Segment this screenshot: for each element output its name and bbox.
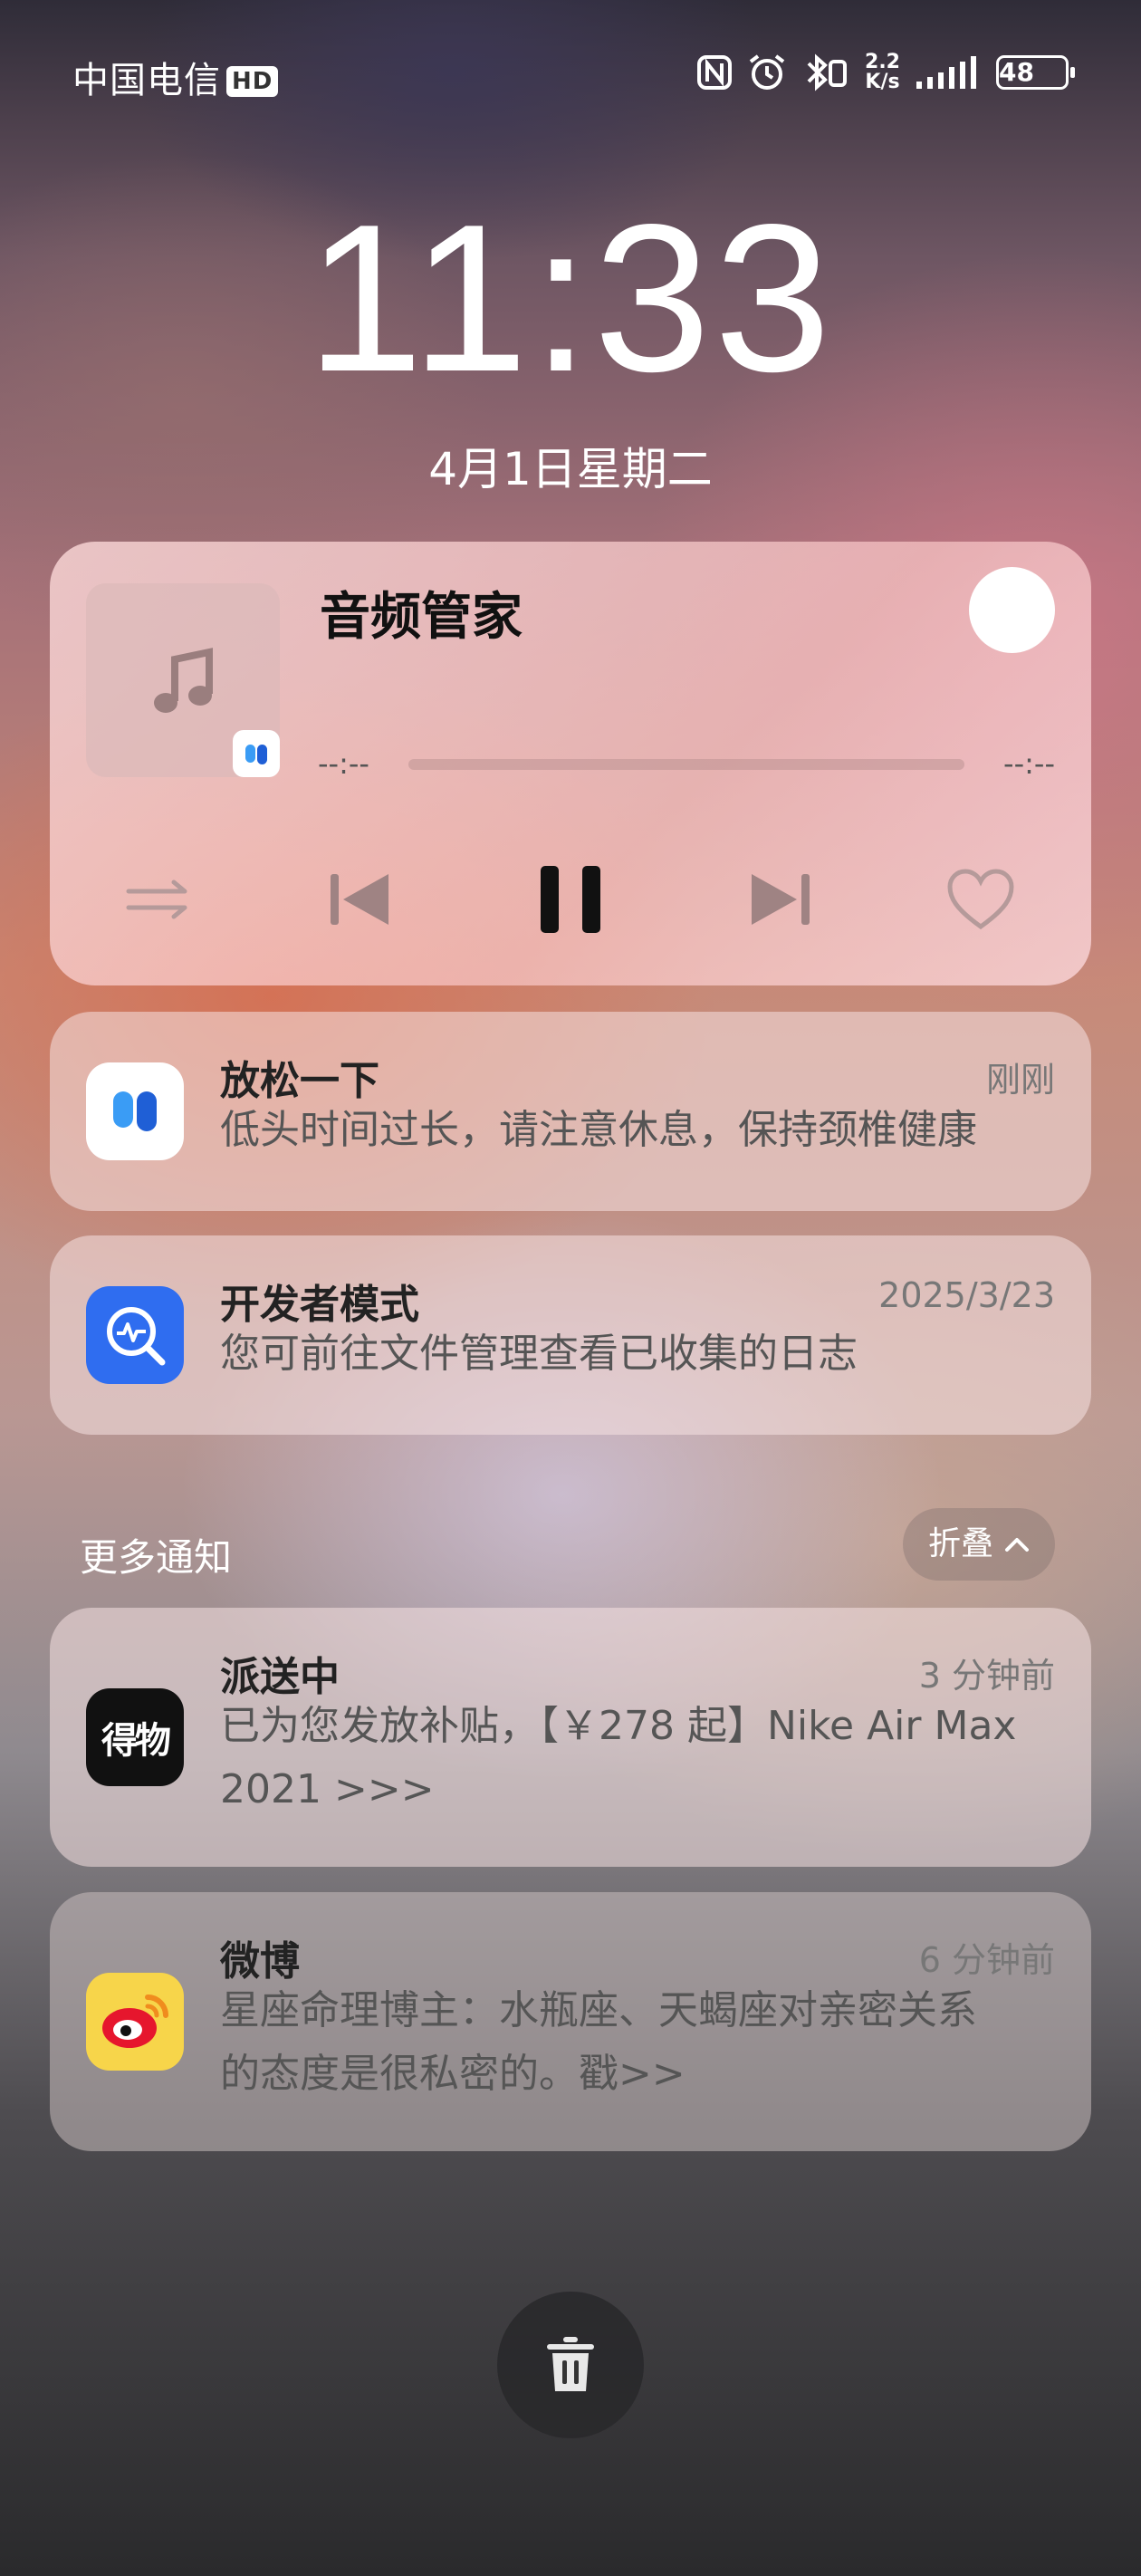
notification-body: 星座命理博主：水瓶座、天蝎座对亲密关系 的态度是很私密的。戳>> xyxy=(220,1979,1046,2106)
nfc-icon xyxy=(696,54,733,91)
weibo-icon xyxy=(86,1973,184,2071)
carrier-label: 中国电信 HD xyxy=(72,51,279,103)
media-title: 音频管家 xyxy=(320,588,523,647)
signal-icon xyxy=(915,54,982,91)
developer-mode-icon xyxy=(86,1286,184,1384)
notification-title: 微博 xyxy=(220,1938,300,1985)
fold-button[interactable]: 折叠 xyxy=(902,1508,1055,1581)
previous-button[interactable] xyxy=(310,850,409,949)
trash-icon xyxy=(547,2337,594,2391)
notification-body-line: 已为您发放补贴，【￥278 起】Nike Air Max xyxy=(220,1703,1017,1749)
shuffle-icon xyxy=(126,879,187,919)
current-time: --:-- xyxy=(318,746,369,781)
net-speed-unit: K/s xyxy=(865,71,900,93)
notification-title: 开发者模式 xyxy=(220,1282,419,1328)
music-note-icon xyxy=(154,648,213,713)
favorite-button[interactable] xyxy=(931,850,1031,949)
audio-manager-icon xyxy=(86,1062,184,1160)
media-cast-button[interactable] xyxy=(969,567,1055,653)
total-time: --:-- xyxy=(1003,746,1055,781)
next-button[interactable] xyxy=(731,850,830,949)
previous-icon xyxy=(331,874,388,925)
notification-body: 您可前往文件管理查看已收集的日志 xyxy=(220,1331,858,1377)
notification-title: 放松一下 xyxy=(220,1058,379,1104)
notification-card-developer[interactable]: 开发者模式 2025/3/23 您可前往文件管理查看已收集的日志 xyxy=(50,1235,1091,1435)
hd-badge: HD xyxy=(226,66,279,97)
album-art xyxy=(86,583,280,777)
heart-icon xyxy=(947,869,1014,930)
fold-label: 折叠 xyxy=(927,1525,993,1562)
notification-body-line: 星座命理博主：水瓶座、天蝎座对亲密关系 xyxy=(220,1987,977,2033)
dewu-icon: 得物 xyxy=(86,1688,184,1786)
notification-body: 已为您发放补贴，【￥278 起】Nike Air Max 2021 >>> xyxy=(220,1695,1046,1821)
chevron-up-icon xyxy=(1005,1538,1029,1552)
notification-body: 低头时间过长，请注意休息，保持颈椎健康 xyxy=(220,1107,977,1153)
shuffle-button[interactable] xyxy=(109,850,208,949)
notification-time: 3 分钟前 xyxy=(918,1656,1055,1696)
alarm-icon xyxy=(747,53,787,92)
notification-time: 2025/3/23 xyxy=(878,1275,1055,1315)
dewu-icon-text: 得物 xyxy=(101,1720,171,1762)
status-icons: 2.2 K/s 48 xyxy=(696,47,1075,98)
pause-button[interactable] xyxy=(521,850,620,949)
lockscreen-date: 4月1日星期二 xyxy=(428,443,713,495)
notification-card-relax[interactable]: 放松一下 刚刚 低头时间过长，请注意休息，保持颈椎健康 xyxy=(50,1012,1091,1211)
net-speed-value: 2.2 xyxy=(865,51,900,73)
notification-body-line: 的态度是很私密的。戳>> xyxy=(220,2051,686,2097)
more-notifications-label: 更多通知 xyxy=(80,1535,233,1580)
notification-card-dewu[interactable]: 得物 派送中 3 分钟前 已为您发放补贴，【￥278 起】Nike Air Ma… xyxy=(50,1608,1091,1867)
notification-body-line: 2021 >>> xyxy=(220,1766,435,1812)
pause-icon xyxy=(541,866,600,933)
progress-bar[interactable] xyxy=(408,759,964,770)
notification-time: 6 分钟前 xyxy=(918,1940,1055,1980)
battery-icon: 48 xyxy=(996,55,1075,90)
lockscreen-clock: 11:33 xyxy=(306,181,835,416)
next-icon xyxy=(752,874,810,925)
audio-manager-badge-icon xyxy=(233,730,280,777)
bluetooth-icon xyxy=(801,53,850,92)
notification-title: 派送中 xyxy=(220,1654,340,1700)
carrier-name: 中国电信 xyxy=(72,60,221,101)
status-bar: 中国电信 HD 2.2 K/s 48 xyxy=(0,47,1141,101)
net-speed: 2.2 K/s xyxy=(865,53,900,92)
notification-time: 刚刚 xyxy=(985,1060,1055,1100)
media-player-card[interactable]: 音频管家 --:-- --:-- xyxy=(50,542,1091,985)
notification-card-weibo[interactable]: 微博 6 分钟前 星座命理博主：水瓶座、天蝎座对亲密关系 的态度是很私密的。戳>… xyxy=(50,1892,1091,2151)
clear-all-button[interactable] xyxy=(497,2292,644,2438)
